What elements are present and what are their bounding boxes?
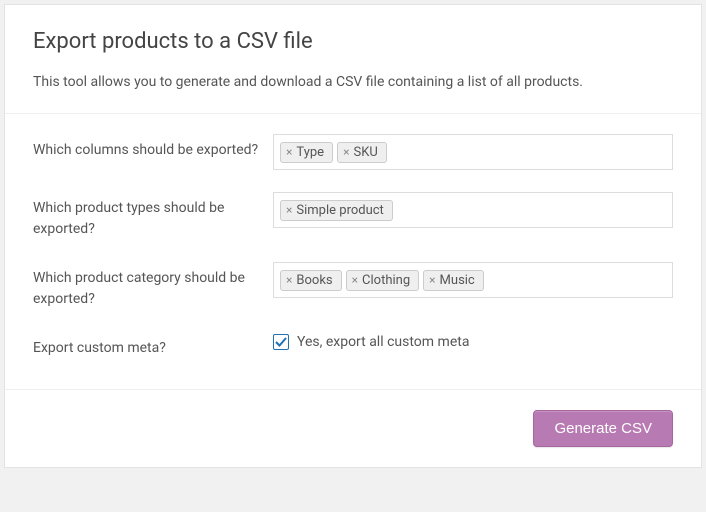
- column-tag: ×SKU: [337, 142, 387, 163]
- custom-meta-label: Export custom meta?: [33, 332, 273, 359]
- remove-tag-icon[interactable]: ×: [428, 274, 436, 286]
- custom-meta-row: Export custom meta? Yes, export all cust…: [33, 332, 673, 359]
- form-section: Which columns should be exported? ×Type×…: [5, 113, 701, 389]
- check-icon: [275, 336, 287, 348]
- remove-tag-icon[interactable]: ×: [285, 204, 293, 216]
- export-panel: Export products to a CSV file This tool …: [4, 4, 702, 468]
- column-tag-label: Type: [296, 145, 324, 160]
- remove-tag-icon[interactable]: ×: [342, 146, 350, 158]
- product-types-input[interactable]: ×Simple product: [273, 192, 673, 228]
- remove-tag-icon[interactable]: ×: [285, 146, 293, 158]
- panel-footer: Generate CSV: [5, 389, 701, 467]
- generate-csv-button[interactable]: Generate CSV: [533, 410, 673, 447]
- custom-meta-checkbox[interactable]: [273, 334, 289, 350]
- columns-row: Which columns should be exported? ×Type×…: [33, 134, 673, 170]
- product-types-label: Which product types should be exported?: [33, 192, 273, 240]
- custom-meta-checkbox-label: Yes, export all custom meta: [297, 334, 469, 350]
- column-tag-label: SKU: [353, 145, 377, 160]
- category-tag: ×Books: [280, 270, 342, 291]
- remove-tag-icon[interactable]: ×: [351, 274, 359, 286]
- product-type-tag: ×Simple product: [280, 200, 393, 221]
- panel-header: Export products to a CSV file This tool …: [5, 5, 701, 113]
- columns-input[interactable]: ×Type×SKU: [273, 134, 673, 170]
- category-tag-label: Clothing: [362, 273, 410, 288]
- columns-label: Which columns should be exported?: [33, 134, 273, 161]
- remove-tag-icon[interactable]: ×: [285, 274, 293, 286]
- category-tag-label: Books: [296, 273, 332, 288]
- product-types-row: Which product types should be exported? …: [33, 192, 673, 240]
- column-tag: ×Type: [280, 142, 333, 163]
- page-description: This tool allows you to generate and dow…: [33, 72, 673, 93]
- categories-row: Which product category should be exporte…: [33, 262, 673, 310]
- categories-label: Which product category should be exporte…: [33, 262, 273, 310]
- category-tag: × Music: [423, 270, 484, 291]
- product-type-tag-label: Simple product: [296, 203, 383, 218]
- page-title: Export products to a CSV file: [33, 29, 673, 54]
- categories-input[interactable]: ×Books×Clothing×Music: [273, 262, 673, 298]
- category-tag-label: Music: [440, 273, 475, 288]
- category-tag: ×Clothing: [346, 270, 420, 291]
